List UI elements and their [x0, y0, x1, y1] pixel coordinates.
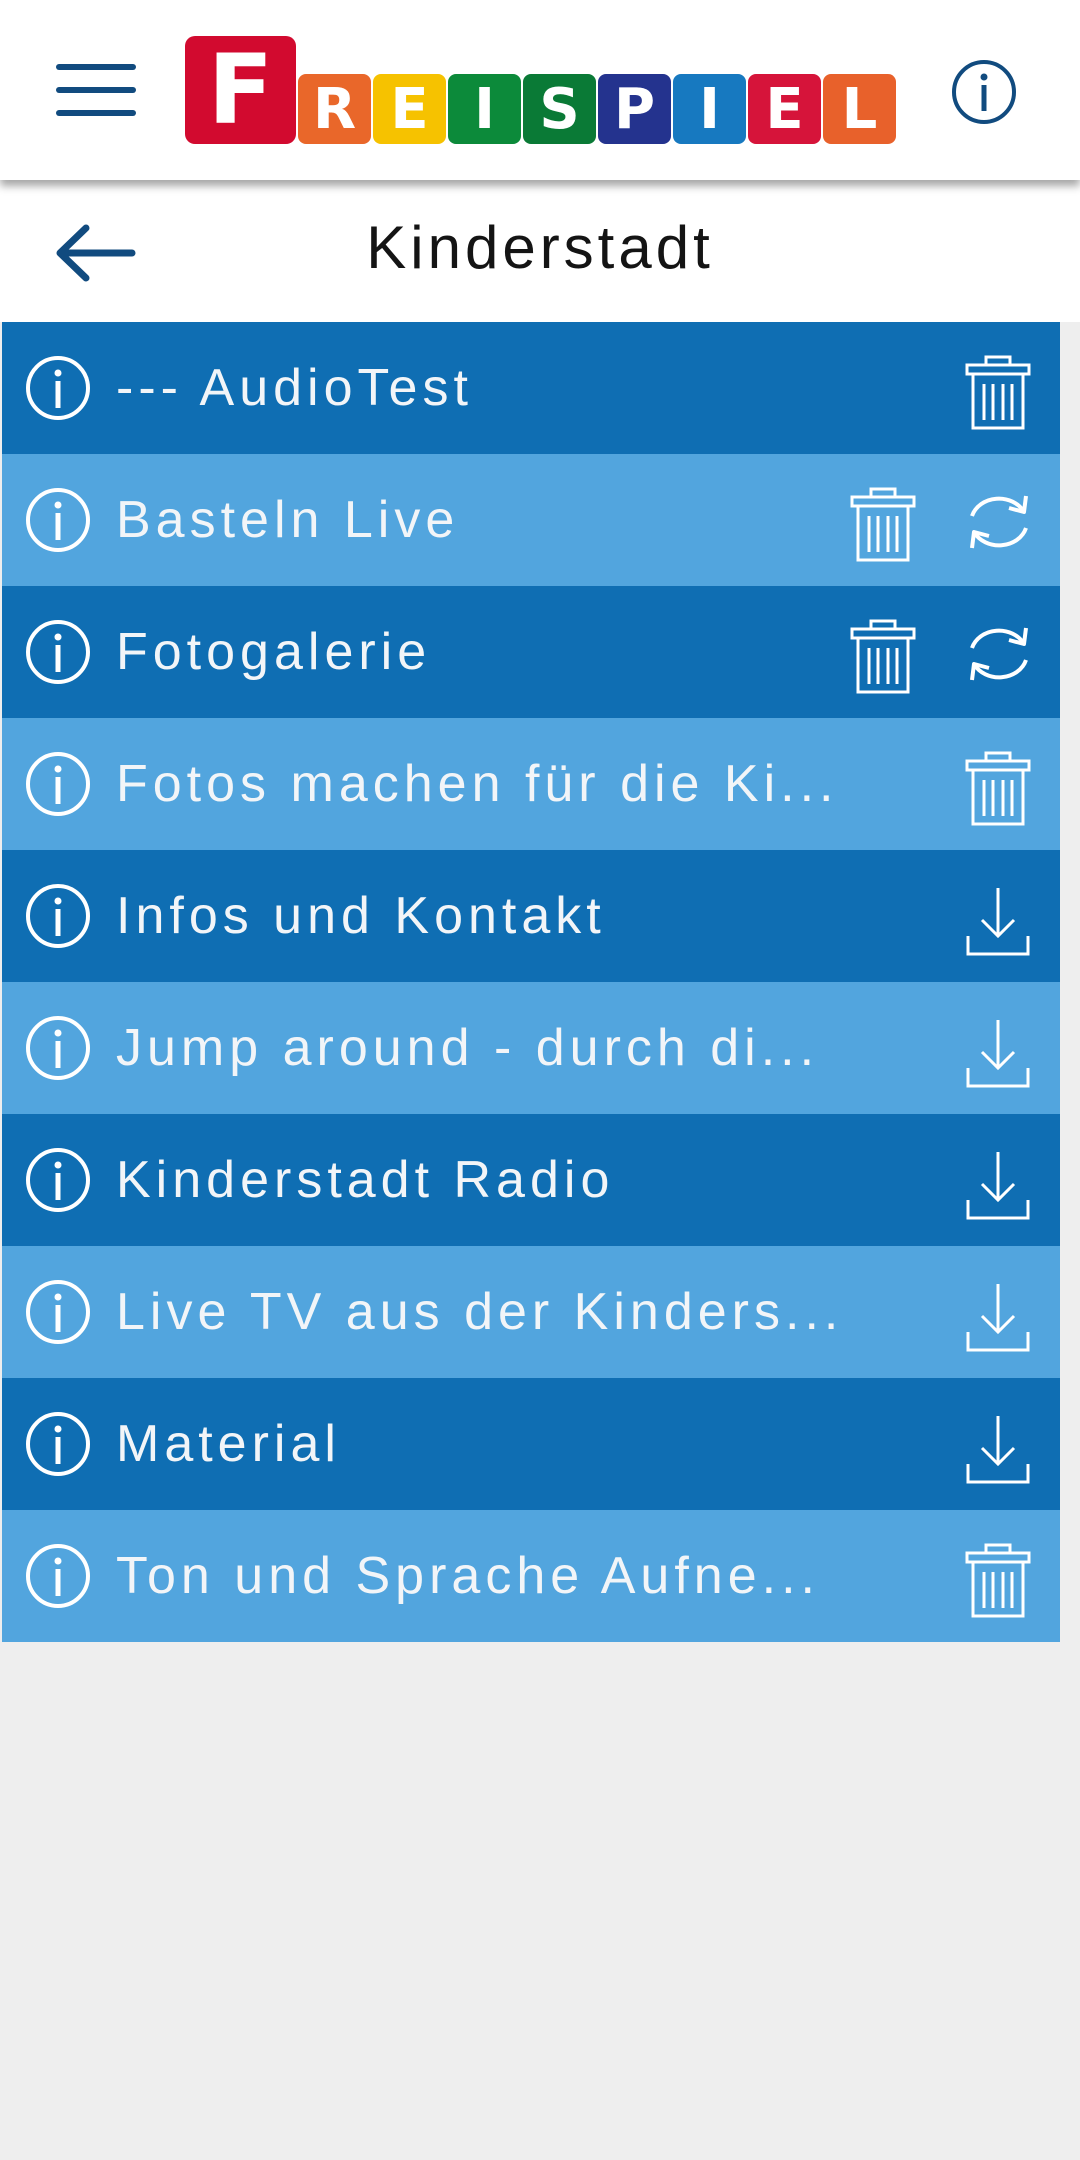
list-item[interactable]: Kinderstadt Radio	[2, 1114, 1060, 1246]
hamburger-icon[interactable]	[56, 64, 136, 116]
refresh-icon[interactable]	[962, 622, 1036, 686]
info-icon[interactable]	[24, 1014, 92, 1082]
top-app-bar: F R E I S P I E L	[0, 0, 1080, 180]
info-icon[interactable]	[24, 1542, 92, 1610]
list-item[interactable]: Jump around - durch di...	[2, 982, 1060, 1114]
refresh-icon[interactable]	[962, 490, 1036, 554]
info-icon[interactable]	[24, 1410, 92, 1478]
trash-icon[interactable]	[962, 1542, 1034, 1622]
download-icon[interactable]	[962, 1278, 1034, 1358]
list-item[interactable]: Material	[2, 1378, 1060, 1510]
info-icon[interactable]	[24, 882, 92, 950]
list-item-label: Infos und Kontakt	[116, 887, 606, 945]
download-icon[interactable]	[962, 1410, 1034, 1490]
list-item-label: Jump around - durch di...	[116, 1019, 820, 1077]
info-icon[interactable]	[24, 750, 92, 818]
list-item-label: Kinderstadt Radio	[116, 1151, 615, 1209]
list-item-label: Fotos machen für die Ki...	[116, 755, 839, 813]
list-item-label: --- AudioTest	[116, 359, 473, 417]
list-item[interactable]: Basteln Live	[2, 454, 1060, 586]
item-list: --- AudioTest Basteln Live Fotogalerie Foto…	[2, 322, 1060, 1642]
download-icon[interactable]	[962, 882, 1034, 962]
info-icon[interactable]	[951, 59, 1017, 125]
info-icon[interactable]	[24, 1146, 92, 1214]
info-icon[interactable]	[24, 1278, 92, 1346]
list-item[interactable]: Ton und Sprache Aufne...	[2, 1510, 1060, 1642]
list-item[interactable]: Live TV aus der Kinders...	[2, 1246, 1060, 1378]
trash-icon[interactable]	[847, 618, 919, 698]
list-item[interactable]: --- AudioTest	[2, 322, 1060, 454]
list-item-label: Material	[116, 1415, 341, 1473]
page-title: Kinderstadt	[366, 214, 714, 281]
trash-icon[interactable]	[962, 750, 1034, 830]
app-screen: F R E I S P I E L Kinderstadt --- AudioT…	[0, 0, 1080, 2160]
list-item-label: Fotogalerie	[116, 623, 432, 681]
download-icon[interactable]	[962, 1014, 1034, 1094]
info-icon[interactable]	[24, 354, 92, 422]
page-header: Kinderstadt	[0, 180, 1080, 322]
list-item-label: Live TV aus der Kinders...	[116, 1283, 844, 1341]
list-item-label: Ton und Sprache Aufne...	[116, 1547, 820, 1605]
list-item[interactable]: Infos und Kontakt	[2, 850, 1060, 982]
trash-icon[interactable]	[962, 354, 1034, 434]
info-icon[interactable]	[24, 618, 92, 686]
list-item[interactable]: Fotogalerie	[2, 586, 1060, 718]
trash-icon[interactable]	[847, 486, 919, 566]
list-item-label: Basteln Live	[116, 491, 460, 549]
download-icon[interactable]	[962, 1146, 1034, 1226]
list-item[interactable]: Fotos machen für die Ki...	[2, 718, 1060, 850]
info-icon[interactable]	[24, 486, 92, 554]
